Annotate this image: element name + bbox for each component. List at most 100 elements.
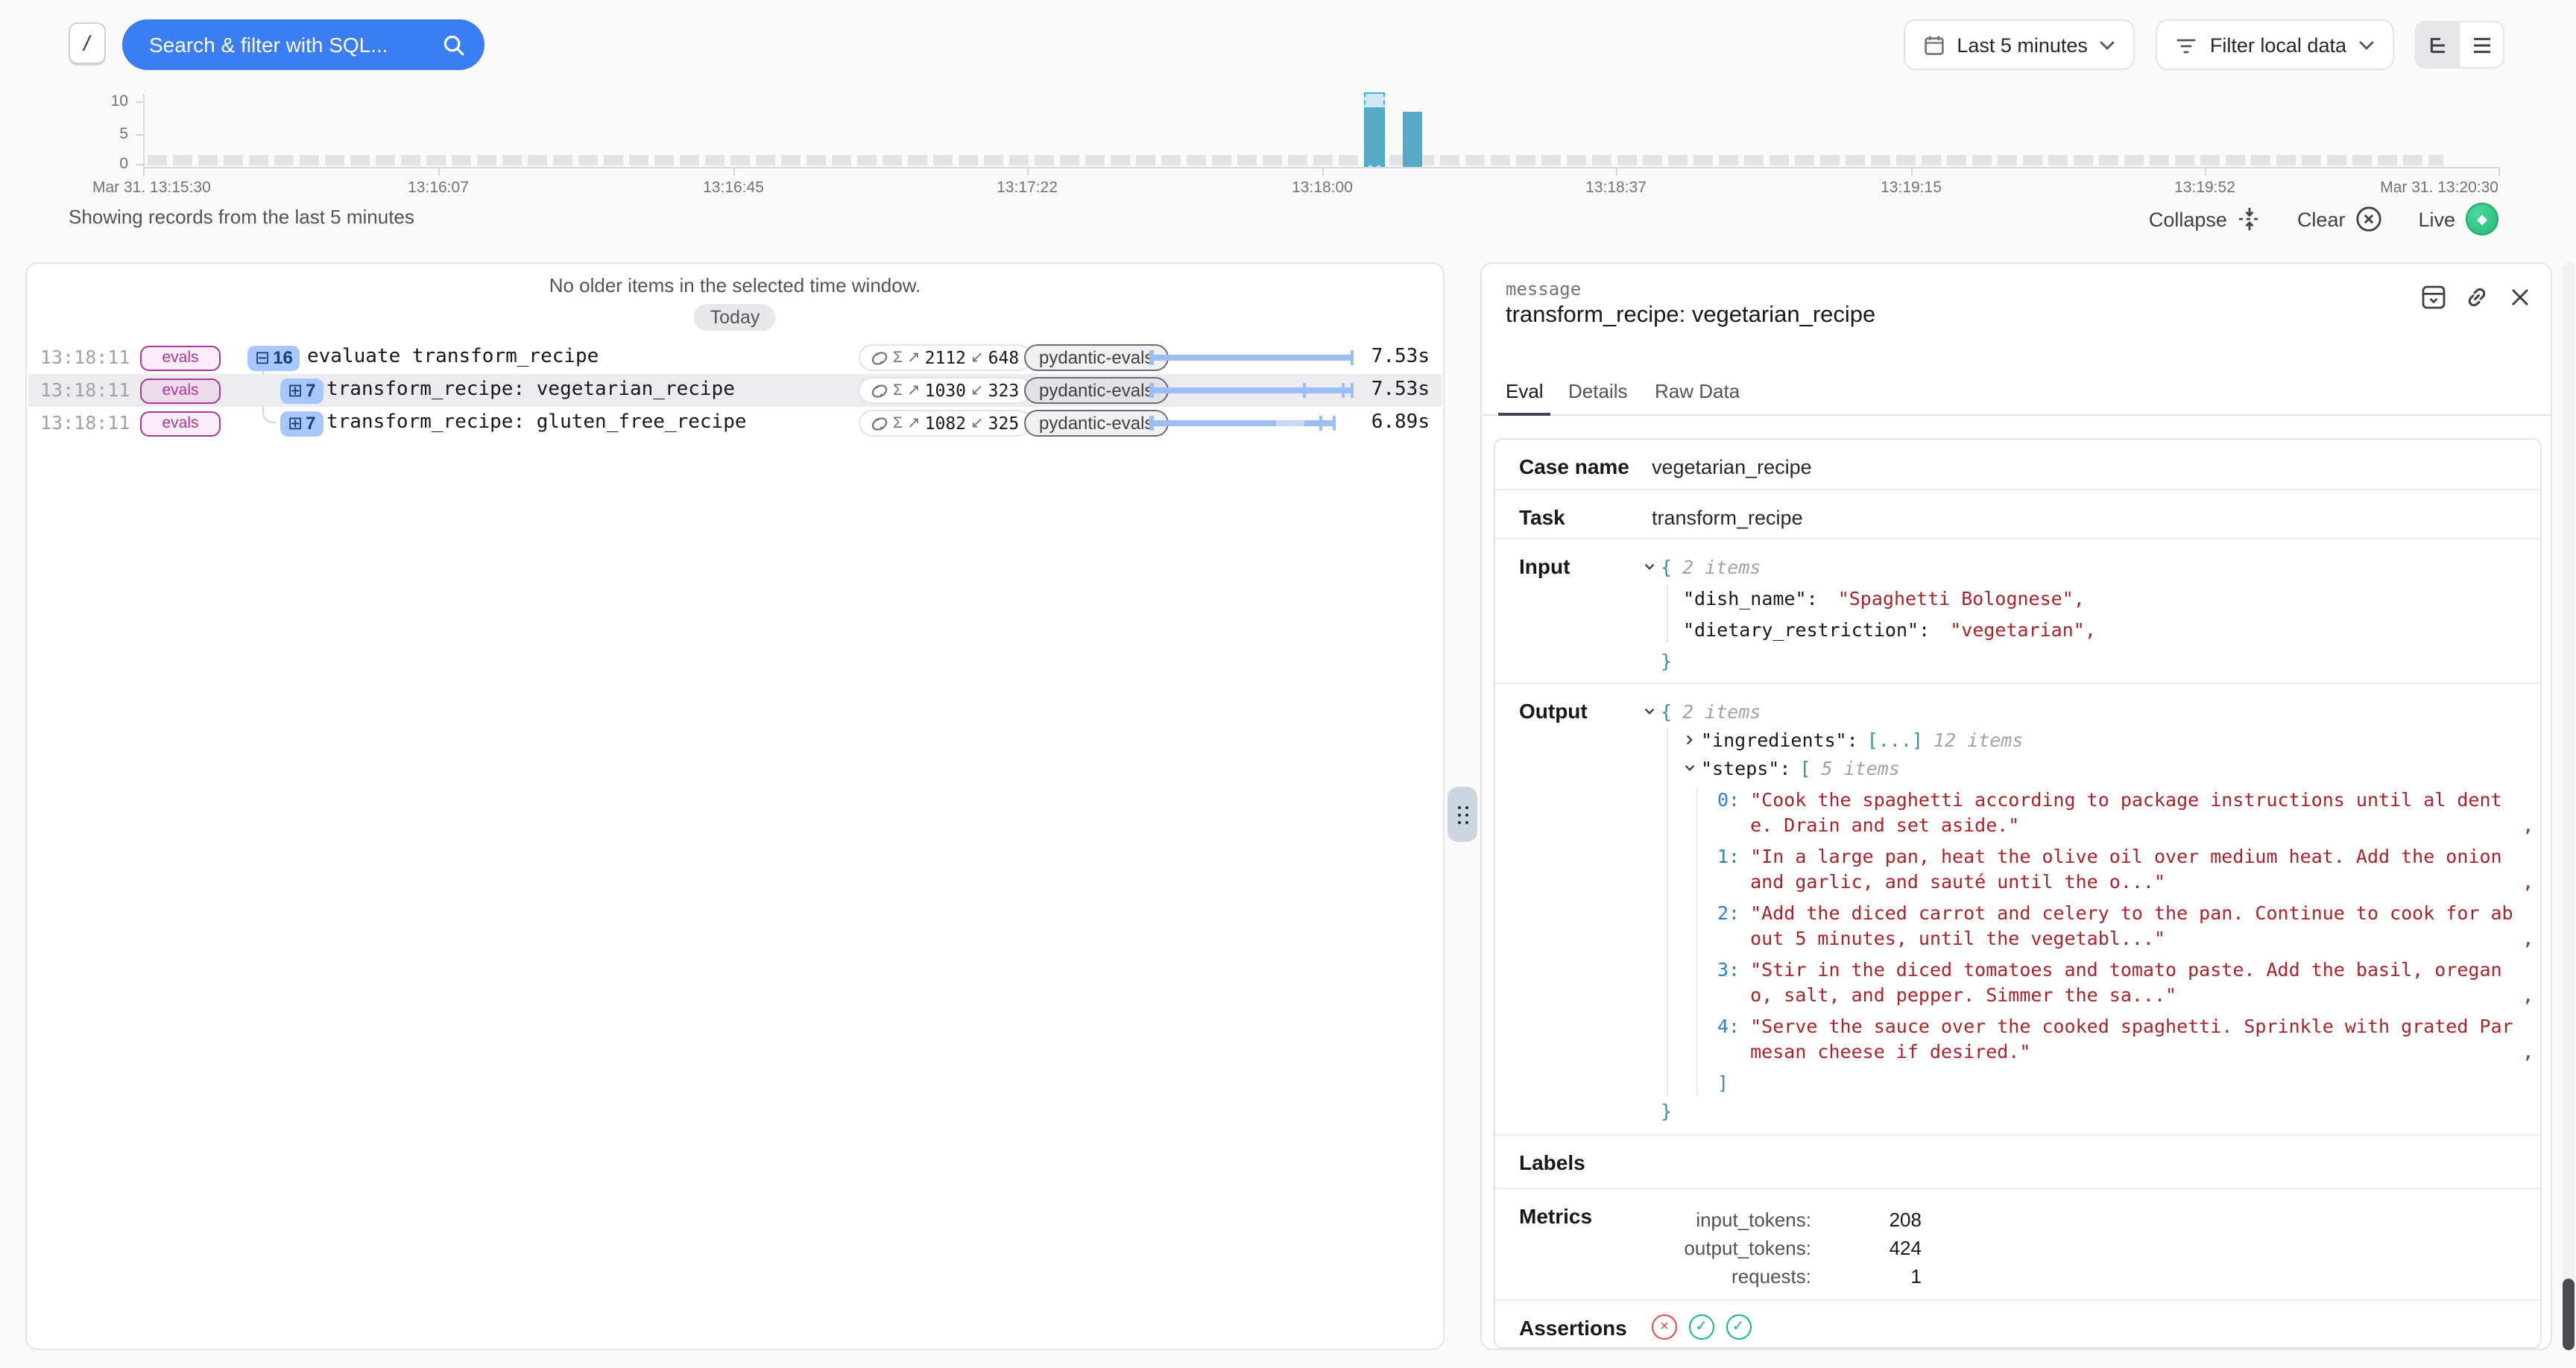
trace-row-vegetarian-recipe[interactable]: 13:18:11 evals ⊞ 7 transform_recipe: veg… — [28, 374, 1442, 407]
copy-link-button[interactable] — [2463, 283, 2490, 310]
case-name-label: Case name — [1519, 455, 1629, 478]
close-panel-button[interactable] — [2506, 283, 2533, 310]
chevron-down-icon[interactable] — [1643, 705, 1656, 718]
json-string-value: "vegetarian", — [1950, 618, 2096, 641]
x-tick-label: 13:17:22 — [997, 179, 1058, 197]
x-tick-label: 13:16:07 — [408, 179, 469, 197]
json-open-bracket: [ — [1799, 756, 1811, 781]
json-items-note: 2 items — [1682, 699, 1761, 724]
live-toggle-button[interactable]: Live ◆ — [2418, 203, 2498, 235]
json-comma: , — [2522, 1039, 2534, 1064]
coin-icon — [871, 415, 888, 431]
time-range-dropdown[interactable]: Last 5 minutes — [1903, 19, 2135, 70]
json-string-value: "Serve the sauce over the cooked spaghet… — [1750, 1013, 2522, 1064]
assertion-pass-icon: ✓ — [1726, 1314, 1751, 1340]
trace-row-evaluate-transform-recipe[interactable]: 13:18:11 evals ⊟ 16 evaluate transform_r… — [28, 341, 1442, 374]
timeline-histogram[interactable]: 10 5 0 Mar 31. 13:15:30 13:16:07 13:16:4… — [0, 83, 2576, 200]
y-axis-tick — [136, 101, 143, 103]
json-array-item: 4: "Serve the sauce over the cooked spag… — [1717, 1013, 2531, 1064]
no-older-items-notice: No older items in the selected time wind… — [27, 274, 1443, 297]
app-root: / Search & filter with SQL... Last 5 min… — [0, 0, 2576, 1368]
histogram-bar[interactable] — [1403, 112, 1422, 167]
x-tick-label: Mar 31. 13:15:30 — [92, 179, 211, 197]
x-axis-tick — [438, 168, 440, 176]
scrollbar-thumb[interactable] — [2563, 1279, 2575, 1350]
json-open-brace: { — [1661, 554, 1672, 580]
metric-line: output_tokens: 424 — [1495, 1237, 2540, 1265]
chevron-down-icon[interactable] — [1643, 560, 1656, 574]
tab-raw-data[interactable]: Raw Data — [1655, 380, 1740, 402]
row-timestamp: 13:18:11 — [40, 411, 130, 434]
record-kind-label: message — [1506, 279, 1581, 300]
tokens-out-count: 648 — [988, 347, 1020, 368]
tag-pill[interactable]: pydantic-evals — [1024, 410, 1168, 437]
eval-detail-table: Case name vegetarian_recipe Task transfo… — [1494, 438, 2542, 1349]
coin-icon — [871, 382, 888, 399]
tab-details[interactable]: Details — [1568, 380, 1628, 402]
link-icon — [2463, 284, 2489, 309]
detail-title: transform_recipe: vegetarian_recipe — [1506, 303, 1875, 329]
output-label: Output — [1519, 699, 1588, 723]
chevron-down-icon[interactable] — [1683, 761, 1696, 775]
json-index: 0: — [1717, 787, 1740, 812]
span-count-toggle[interactable]: ⊟ 16 — [247, 345, 300, 370]
input-json-tree: { 2 items "dish_name": "Spaghetti Bologn… — [1643, 551, 2531, 677]
tag-pill[interactable]: pydantic-evals — [1024, 344, 1168, 371]
trace-row-gluten-free-recipe[interactable]: 13:18:11 evals ⊞ 7 transform_recipe: glu… — [28, 407, 1442, 440]
task-value: transform_recipe — [1652, 507, 1803, 529]
list-view-button[interactable] — [2460, 22, 2503, 67]
span-count: 16 — [273, 347, 293, 368]
detail-tabs: Eval Details Raw Data — [1482, 371, 2551, 416]
tokens-out-count: 325 — [988, 413, 1020, 434]
tree-view-button[interactable] — [2416, 22, 2460, 67]
json-index: 3: — [1717, 957, 1740, 982]
x-axis-tick — [143, 168, 145, 176]
live-label: Live — [2418, 208, 2455, 230]
sum-icon: Σ — [893, 349, 903, 367]
clear-button[interactable]: Clear — [2297, 206, 2383, 232]
assertion-pass-icon: ✓ — [1689, 1314, 1714, 1340]
chevron-down-icon — [2100, 39, 2116, 50]
tree-view-icon — [2428, 35, 2449, 54]
span-count-toggle[interactable]: ⊞ 7 — [280, 378, 323, 403]
filter-local-data-dropdown[interactable]: Filter local data — [2156, 19, 2394, 70]
dock-panel-button[interactable] — [2419, 283, 2446, 310]
tag-pill[interactable]: pydantic-evals — [1024, 377, 1168, 404]
histogram-bar-selected[interactable] — [1364, 92, 1385, 167]
collapse-button[interactable]: Collapse — [2149, 207, 2261, 231]
json-close-brace: } — [1661, 1098, 1672, 1124]
row-timestamp: 13:18:11 — [40, 379, 130, 401]
detail-panel: message transform_recipe: vegetarian_rec… — [1480, 262, 2552, 1350]
evals-badge[interactable]: evals — [140, 378, 221, 403]
tab-eval[interactable]: Eval — [1506, 380, 1544, 402]
x-axis-tick — [2205, 168, 2206, 176]
json-array-item: 2: "Add the diced carrot and celery to t… — [1717, 900, 2531, 951]
y-tick-label: 0 — [83, 155, 128, 173]
chevron-right-icon[interactable] — [1683, 733, 1696, 747]
evals-badge[interactable]: evals — [140, 345, 221, 370]
search-button[interactable]: Search & filter with SQL... — [122, 19, 484, 70]
evals-badge[interactable]: evals — [140, 411, 221, 436]
json-comma: , — [2522, 925, 2534, 951]
time-range-label: Last 5 minutes — [1957, 34, 2088, 56]
calendar-icon — [1922, 34, 1945, 56]
panel-resize-handle[interactable] — [1448, 787, 1477, 842]
collapse-square-icon: ⊟ — [255, 349, 270, 367]
tokens-out-arrow-icon: ↙ — [970, 381, 984, 399]
dock-panel-icon — [2420, 284, 2446, 309]
input-row: Input { 2 items "dish_name": "Spaghetti … — [1495, 539, 2540, 684]
sum-icon: Σ — [893, 414, 903, 432]
tokens-in-count: 1082 — [925, 413, 966, 434]
x-axis-tick — [1616, 168, 1617, 176]
x-tick-label: 13:16:45 — [703, 179, 764, 197]
metrics-row: Metrics input_tokens: 208 output_tokens:… — [1495, 1189, 2540, 1301]
expand-square-icon: ⊞ — [288, 381, 303, 399]
assertions-label: Assertions — [1519, 1316, 1627, 1340]
json-open-brace: { — [1661, 699, 1672, 724]
metric-value: 1 — [1823, 1265, 1922, 1288]
x-axis-tick — [1911, 168, 1913, 176]
scrollbar-track[interactable] — [2563, 262, 2575, 1350]
json-key: "dish_name": — [1683, 587, 1818, 609]
metric-line: requests: 1 — [1495, 1265, 2540, 1293]
span-count-toggle[interactable]: ⊞ 7 — [280, 411, 323, 436]
